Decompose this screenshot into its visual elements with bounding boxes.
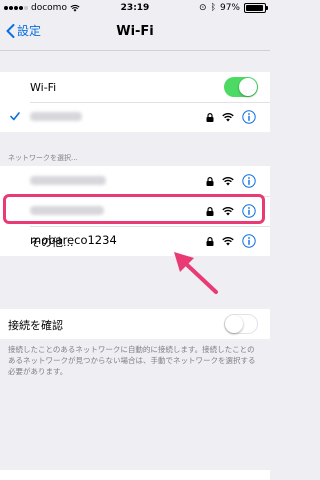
other-network-label: その他...	[30, 236, 74, 249]
info-icon[interactable]	[242, 110, 256, 124]
highlight-box	[3, 194, 265, 224]
page-title: Wi-Fi	[116, 24, 154, 39]
connected-network-name: logitecuser	[30, 112, 82, 121]
networks-section-header: ネットワークを選択...	[8, 154, 78, 162]
ask-to-join-group: 接続を確認	[0, 309, 270, 339]
rotation-lock-icon: ⊙	[199, 3, 207, 13]
wifi-toggle-row: Wi-Fi	[0, 72, 270, 102]
status-bar: docomo 23:19 ⊙ ᛒ 97%	[0, 0, 270, 16]
wifi-group: Wi-Fi logitecuser	[0, 72, 270, 132]
bluetooth-icon: ᛒ	[210, 3, 216, 13]
wifi-signal-icon	[222, 113, 234, 122]
navigation-bar: 設定 Wi-Fi	[0, 16, 270, 50]
network-row[interactable]: 002687087209	[0, 166, 270, 196]
checkmark-icon	[10, 112, 20, 121]
lock-icon	[206, 113, 214, 122]
battery-percent: 97%	[219, 3, 240, 13]
wifi-settings-screen: docomo 23:19 ⊙ ᛒ 97% 設定 Wi-Fi Wi-Fi ネットワ…	[0, 0, 270, 480]
network-name: 002687087209	[30, 176, 106, 185]
wifi-label: Wi-Fi	[30, 81, 57, 94]
other-network-row[interactable]: その他...	[0, 226, 270, 256]
info-icon[interactable]	[242, 174, 256, 188]
wifi-toggle[interactable]	[224, 77, 258, 97]
lock-icon	[206, 177, 214, 186]
battery-icon	[244, 3, 268, 13]
home-area	[0, 470, 270, 480]
annotation-arrow	[174, 252, 218, 294]
ask-to-join-label: 接続を確認	[8, 319, 63, 332]
ask-to-join-toggle[interactable]	[224, 314, 258, 334]
connected-network-row[interactable]: logitecuser	[0, 102, 270, 132]
wifi-signal-icon	[222, 177, 234, 186]
ask-to-join-description: 接続したことのあるネットワークに自動的に接続します。接続したことのあるネットワー…	[8, 345, 256, 376]
